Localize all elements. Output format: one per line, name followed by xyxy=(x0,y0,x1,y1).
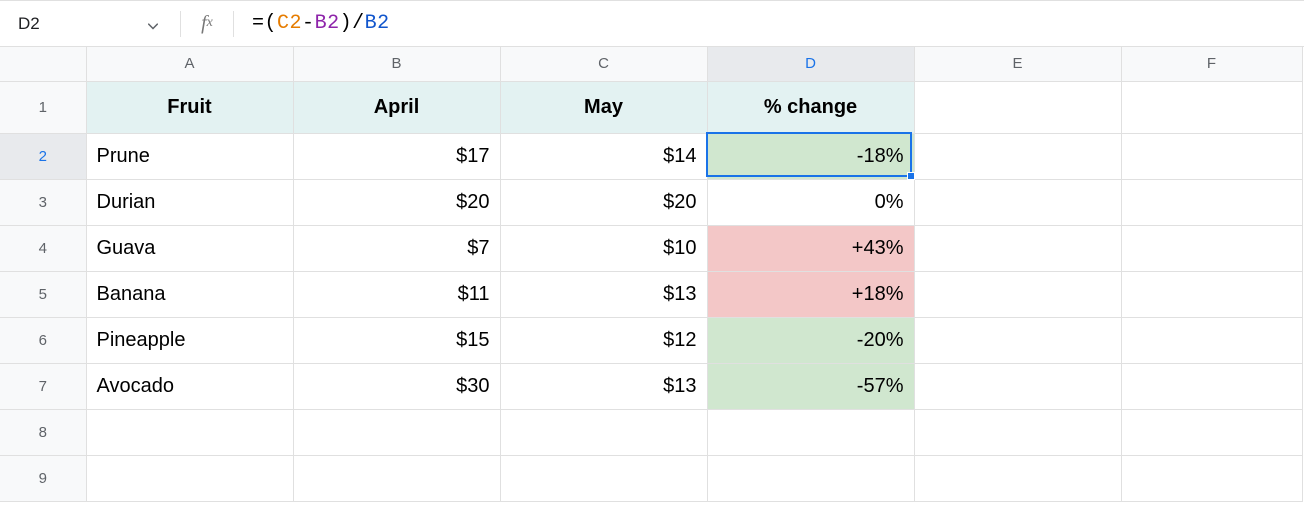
cell-F2[interactable] xyxy=(1121,133,1302,179)
col-header-D[interactable]: D xyxy=(707,47,914,81)
cell-A9[interactable] xyxy=(86,455,293,501)
formula-token: ( xyxy=(265,12,278,35)
select-all-corner[interactable] xyxy=(0,47,86,81)
col-header-F[interactable]: F xyxy=(1121,47,1302,81)
col-header-B[interactable]: B xyxy=(293,47,500,81)
formula-token: C2 xyxy=(277,12,302,35)
cell-B4[interactable]: $7 xyxy=(293,225,500,271)
cell-C3[interactable]: $20 xyxy=(500,179,707,225)
cell-A3[interactable]: Durian xyxy=(86,179,293,225)
cell-D6[interactable]: -20% xyxy=(707,317,914,363)
cell-D7[interactable]: -57% xyxy=(707,363,914,409)
formula-token: ) xyxy=(340,12,353,35)
formula-token: B2 xyxy=(315,12,340,35)
cell-E4[interactable] xyxy=(914,225,1121,271)
cell-B3[interactable]: $20 xyxy=(293,179,500,225)
cell-E5[interactable] xyxy=(914,271,1121,317)
cell-E7[interactable] xyxy=(914,363,1121,409)
row-header-9[interactable]: 9 xyxy=(0,455,86,501)
formula-token: - xyxy=(302,12,315,35)
cell-F8[interactable] xyxy=(1121,409,1302,455)
row-header-1[interactable]: 1 xyxy=(0,81,86,133)
cell-C4[interactable]: $10 xyxy=(500,225,707,271)
col-header-E[interactable]: E xyxy=(914,47,1121,81)
grid: A B C D E F 1 Fruit April May % change 2… xyxy=(0,47,1304,502)
cell-C9[interactable] xyxy=(500,455,707,501)
cell-E2[interactable] xyxy=(914,133,1121,179)
cell-F6[interactable] xyxy=(1121,317,1302,363)
spreadsheet-table[interactable]: A B C D E F 1 Fruit April May % change 2… xyxy=(0,47,1303,502)
cell-D8[interactable] xyxy=(707,409,914,455)
row-header-2[interactable]: 2 xyxy=(0,133,86,179)
cell-C5[interactable]: $13 xyxy=(500,271,707,317)
name-box[interactable]: D2 xyxy=(0,1,180,46)
cell-A8[interactable] xyxy=(86,409,293,455)
cell-F1[interactable] xyxy=(1121,81,1302,133)
cell-C1[interactable]: May xyxy=(500,81,707,133)
cell-E9[interactable] xyxy=(914,455,1121,501)
cell-D3[interactable]: 0% xyxy=(707,179,914,225)
cell-B1[interactable]: April xyxy=(293,81,500,133)
cell-A2[interactable]: Prune xyxy=(86,133,293,179)
cell-A5[interactable]: Banana xyxy=(86,271,293,317)
row-header-8[interactable]: 8 xyxy=(0,409,86,455)
cell-E8[interactable] xyxy=(914,409,1121,455)
col-header-A[interactable]: A xyxy=(86,47,293,81)
cell-A7[interactable]: Avocado xyxy=(86,363,293,409)
cell-E6[interactable] xyxy=(914,317,1121,363)
formula-token: / xyxy=(352,12,365,35)
cell-B8[interactable] xyxy=(293,409,500,455)
cell-B2[interactable]: $17 xyxy=(293,133,500,179)
cell-B6[interactable]: $15 xyxy=(293,317,500,363)
cell-F9[interactable] xyxy=(1121,455,1302,501)
row-header-4[interactable]: 4 xyxy=(0,225,86,271)
cell-D1[interactable]: % change xyxy=(707,81,914,133)
formula-token: = xyxy=(252,12,265,35)
row-header-7[interactable]: 7 xyxy=(0,363,86,409)
cell-B5[interactable]: $11 xyxy=(293,271,500,317)
cell-A1[interactable]: Fruit xyxy=(86,81,293,133)
cell-E3[interactable] xyxy=(914,179,1121,225)
chevron-down-icon[interactable] xyxy=(148,13,158,34)
cell-C6[interactable]: $12 xyxy=(500,317,707,363)
cell-F4[interactable] xyxy=(1121,225,1302,271)
fx-icon[interactable]: fx xyxy=(181,12,233,35)
cell-F7[interactable] xyxy=(1121,363,1302,409)
cell-C8[interactable] xyxy=(500,409,707,455)
row-header-5[interactable]: 5 xyxy=(0,271,86,317)
spreadsheet-viewport: D2 fx =(C2-B2)/B2 A B C D E F xyxy=(0,0,1304,518)
formula-input[interactable]: =(C2-B2)/B2 xyxy=(234,12,1304,35)
cell-A4[interactable]: Guava xyxy=(86,225,293,271)
row-header-3[interactable]: 3 xyxy=(0,179,86,225)
col-header-C[interactable]: C xyxy=(500,47,707,81)
cell-B7[interactable]: $30 xyxy=(293,363,500,409)
cell-B9[interactable] xyxy=(293,455,500,501)
cell-A6[interactable]: Pineapple xyxy=(86,317,293,363)
cell-C7[interactable]: $13 xyxy=(500,363,707,409)
cell-D2[interactable]: -18% xyxy=(707,133,914,179)
formula-bar: D2 fx =(C2-B2)/B2 xyxy=(0,1,1304,47)
cell-F5[interactable] xyxy=(1121,271,1302,317)
cell-E1[interactable] xyxy=(914,81,1121,133)
cell-D5[interactable]: +18% xyxy=(707,271,914,317)
cell-F3[interactable] xyxy=(1121,179,1302,225)
cell-D9[interactable] xyxy=(707,455,914,501)
cell-D4[interactable]: +43% xyxy=(707,225,914,271)
formula-token: B2 xyxy=(365,12,390,35)
name-box-value: D2 xyxy=(18,14,40,34)
row-header-6[interactable]: 6 xyxy=(0,317,86,363)
cell-C2[interactable]: $14 xyxy=(500,133,707,179)
